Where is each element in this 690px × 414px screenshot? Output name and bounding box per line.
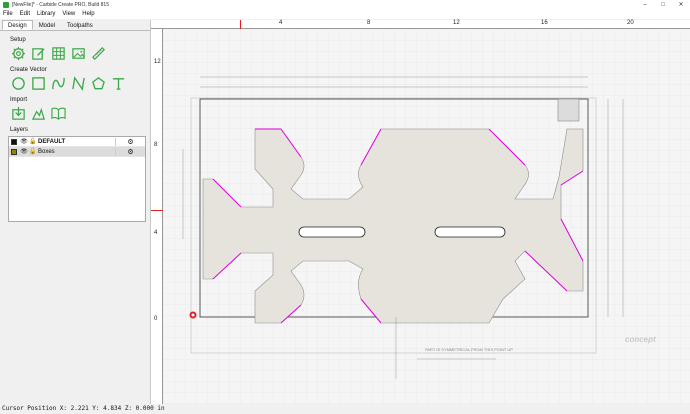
lock-icon[interactable]: 🔓 [29, 138, 37, 145]
slot-left [298, 226, 366, 238]
ruler-tick-label: 12 [154, 59, 161, 65]
tab-design[interactable]: Design [2, 20, 33, 30]
status-bar: Cursor Position X: 2.221 Y: 4.834 Z: 0.0… [0, 404, 690, 414]
cursor-marker-x [240, 20, 241, 29]
import-title: Import [10, 97, 28, 103]
ruler-tick-label: 8 [154, 142, 158, 148]
minimize-button[interactable]: – [636, 0, 654, 9]
window-title: [NewFile]* - Carbide Create PRO, Build 8… [12, 1, 109, 8]
layer-settings-gear-icon[interactable]: ⚙ [115, 137, 145, 146]
ruler-tick-label: 16 [541, 20, 548, 26]
library-book-icon[interactable] [50, 106, 67, 121]
rectangle-icon[interactable] [30, 76, 47, 91]
maximize-button[interactable]: □ [654, 0, 672, 9]
layers-list: 👁 🔓 DEFAULT ⚙ 👁 🔓 Boxes ⚙ [8, 136, 146, 222]
import-tools [10, 106, 150, 121]
menu-view[interactable]: View [62, 11, 75, 17]
circle-icon[interactable] [10, 76, 27, 91]
ruler-tick-label: 20 [627, 20, 634, 26]
grid-icon[interactable] [50, 46, 67, 61]
close-button[interactable]: ✕ [672, 0, 690, 9]
layer-settings-gear-icon[interactable]: ⚙ [115, 147, 145, 156]
tab-model[interactable]: Model [33, 20, 61, 30]
create-vector-title: Create Vector [10, 67, 47, 73]
ruler-tick-label: 0 [154, 316, 158, 322]
ruler-measure-icon[interactable] [90, 46, 107, 61]
layer-color-swatch[interactable] [11, 148, 17, 155]
ruler-tick-label: 8 [367, 20, 371, 26]
top-ruler: 4 8 12 16 20 [151, 20, 690, 29]
tab-toolpaths[interactable]: Toolpaths [61, 20, 99, 30]
menu-edit[interactable]: Edit [20, 11, 30, 17]
eye-hidden-icon[interactable]: 👁 [20, 148, 28, 155]
vector-tools [10, 76, 150, 91]
drawing-svg: PART IS SYMMETRICAL FROM THIS POINT UP c… [163, 29, 690, 404]
job-setup-gear-icon[interactable] [10, 46, 27, 61]
left-ruler: 12 8 4 0 [151, 29, 163, 404]
symmetry-note: PART IS SYMMETRICAL FROM THIS POINT UP [425, 347, 513, 352]
setup-tools [10, 46, 150, 61]
slot-right [434, 226, 506, 238]
image-icon[interactable] [70, 46, 87, 61]
layer-row-default[interactable]: 👁 🔓 DEFAULT ⚙ [9, 137, 145, 147]
cursor-marker-y [151, 210, 163, 211]
left-panel: Design Model Toolpaths Setup Create Vect… [0, 20, 151, 404]
layers-title: Layers [10, 127, 29, 133]
layer-name: DEFAULT [38, 138, 66, 145]
lock-icon[interactable]: 🔓 [29, 148, 37, 155]
menu-help[interactable]: Help [82, 11, 94, 17]
polygon-icon[interactable] [90, 76, 107, 91]
app-icon [3, 1, 9, 8]
edit-note-icon[interactable] [30, 46, 47, 61]
import-download-icon[interactable] [10, 106, 27, 121]
eye-icon[interactable]: 👁 [20, 138, 28, 145]
layer-row-boxes[interactable]: 👁 🔓 Boxes ⚙ [9, 147, 145, 157]
title-bar: [NewFile]* - Carbide Create PRO, Build 8… [0, 0, 690, 9]
layer-name: Boxes [38, 148, 55, 155]
ruler-tick-label: 4 [279, 20, 283, 26]
menu-bar: File Edit Library View Help [0, 9, 690, 19]
menu-file[interactable]: File [3, 11, 13, 17]
ruler-tick-label: 4 [154, 230, 158, 236]
corner-pad [557, 98, 580, 122]
import-bitmap-icon[interactable] [30, 106, 47, 121]
polyline-icon[interactable] [70, 76, 87, 91]
layer-color-swatch[interactable] [11, 138, 17, 145]
menu-library[interactable]: Library [37, 11, 55, 17]
curve-icon[interactable] [50, 76, 67, 91]
ruler-tick-label: 12 [453, 20, 460, 26]
design-canvas[interactable]: 4 8 12 16 20 12 8 4 0 PART IS SYMMETRICA… [151, 20, 690, 404]
text-icon[interactable] [110, 76, 127, 91]
concept-logo: concept [625, 335, 656, 344]
setup-title: Setup [10, 37, 26, 43]
mode-tabs: Design Model Toolpaths [0, 20, 150, 31]
